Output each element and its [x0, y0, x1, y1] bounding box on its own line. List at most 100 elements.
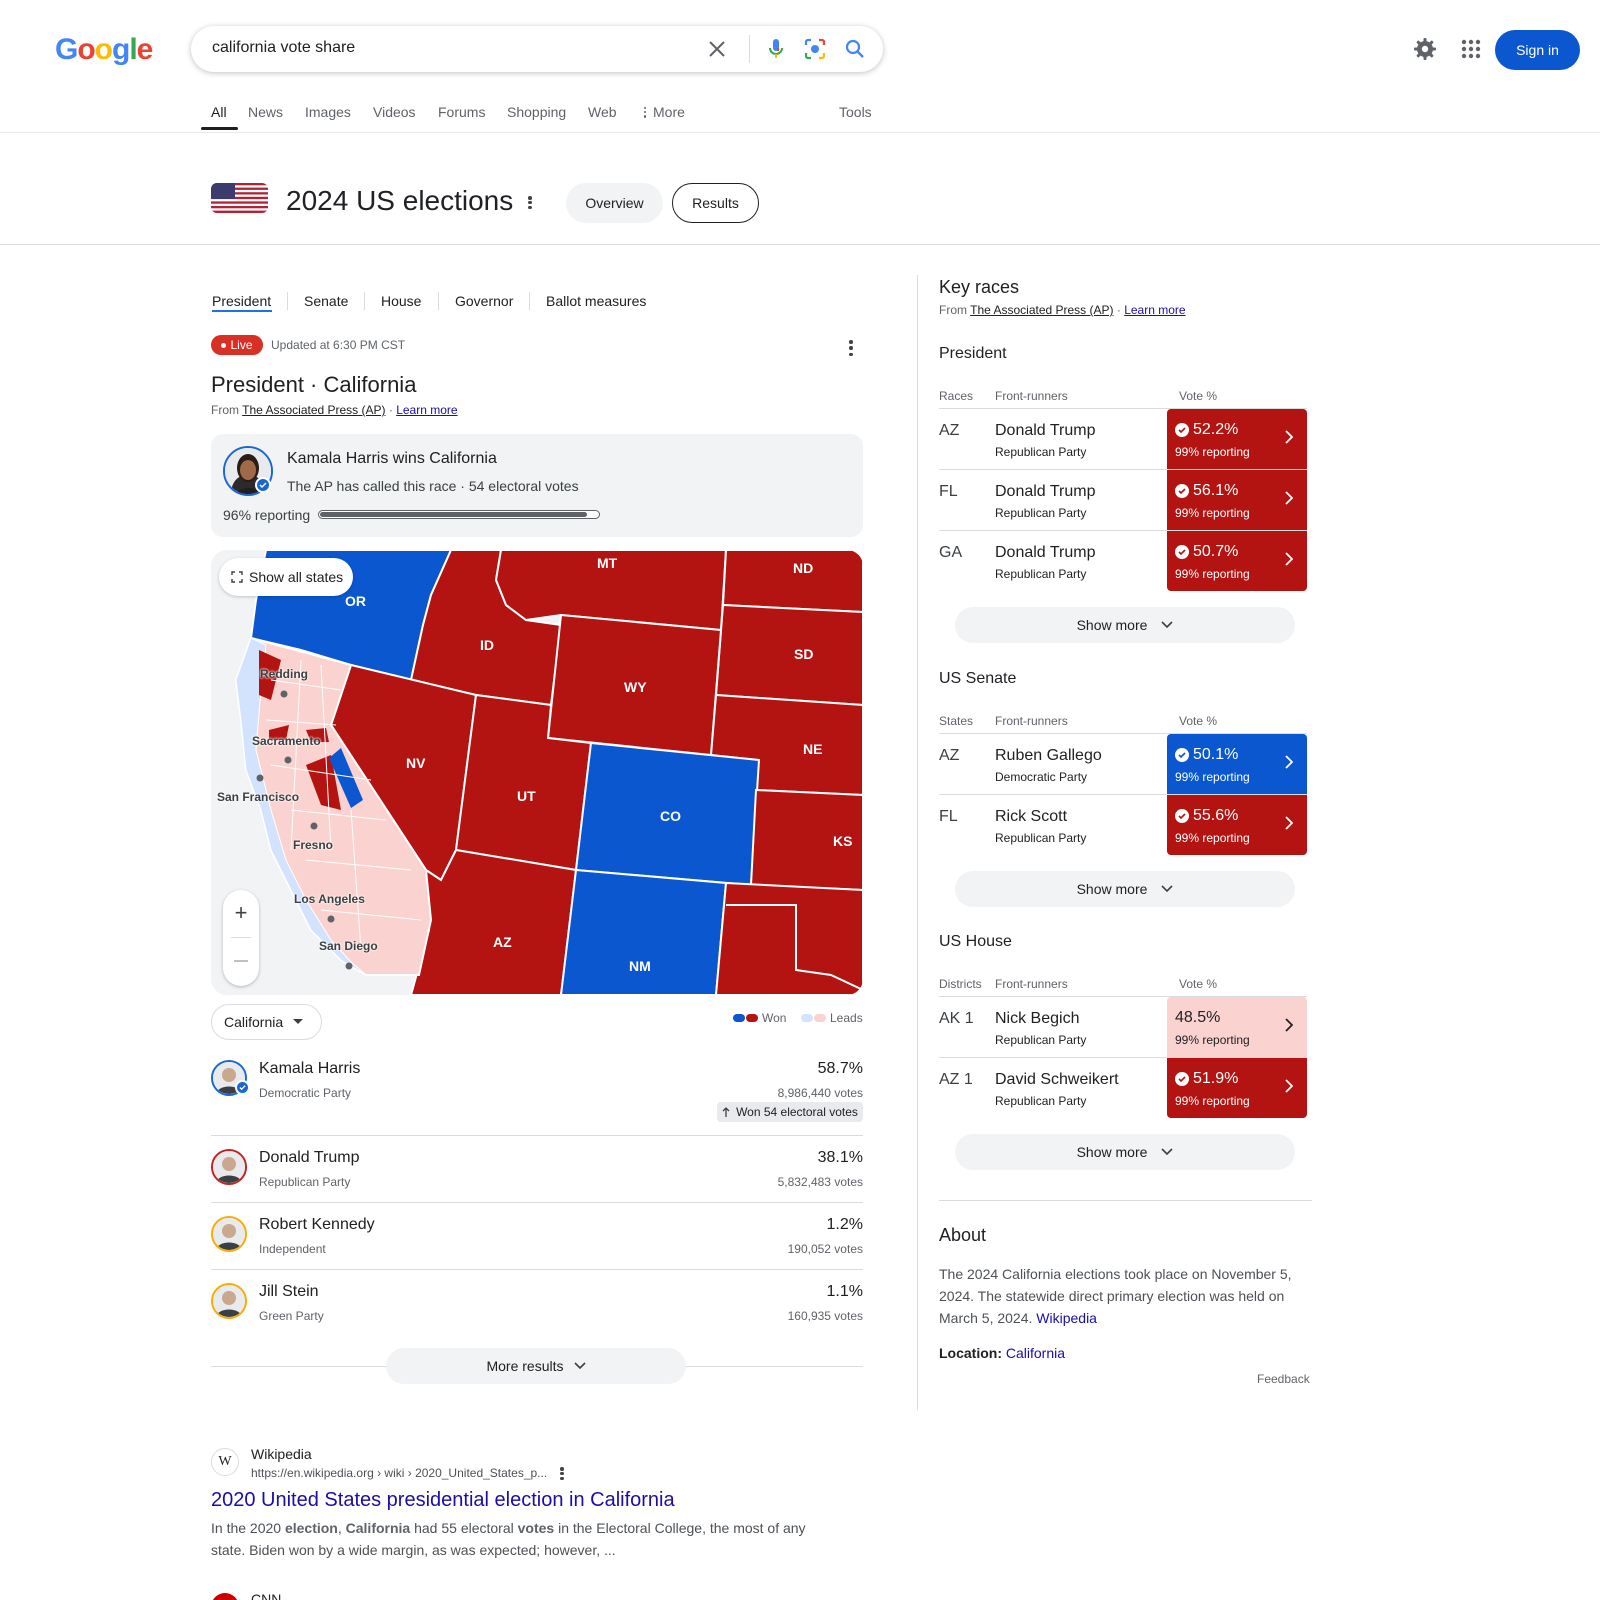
- tab-all[interactable]: All: [211, 104, 227, 120]
- overview-button[interactable]: Overview: [566, 183, 663, 223]
- learn-more-link[interactable]: Learn more: [1124, 303, 1185, 317]
- candidate-name: Robert Kennedy: [259, 1216, 375, 1233]
- race-vote-percent-wrap: 50.1%: [1175, 746, 1238, 764]
- race-code: AZ 1: [939, 1071, 973, 1088]
- map-zoom-control: +: [223, 890, 259, 986]
- election-map[interactable]: OR MT ND ID SD WY NV NE UT CO KS AZ NM R…: [211, 550, 863, 995]
- source-link[interactable]: The Associated Press (AP): [242, 403, 385, 417]
- updated-time: Updated at 6:30 PM CST: [271, 338, 406, 352]
- tab-videos[interactable]: Videos: [373, 104, 416, 120]
- candidate-divider: [211, 1202, 863, 1203]
- snippet-highlight: election: [284, 1520, 338, 1536]
- wikipedia-link[interactable]: Wikipedia: [1036, 1310, 1097, 1326]
- search-box[interactable]: california vote share: [191, 26, 883, 72]
- about-description: The 2024 California elections took place…: [939, 1266, 1292, 1326]
- result-options-icon[interactable]: [560, 1467, 564, 1480]
- race-options-icon[interactable]: [849, 340, 853, 356]
- mic-icon[interactable]: [764, 37, 788, 61]
- result-url[interactable]: https://en.wikipedia.org › wiki › 2020_U…: [251, 1466, 547, 1480]
- show-more-button[interactable]: Show more: [955, 607, 1295, 643]
- race-vote-cell[interactable]: 52.2% 99% reporting: [1167, 409, 1307, 469]
- live-label: Live: [230, 338, 253, 352]
- next-result-site-name[interactable]: CNN: [251, 1591, 281, 1600]
- tab-news[interactable]: News: [248, 104, 283, 120]
- subtab-ballot-measures[interactable]: Ballot measures: [546, 293, 646, 309]
- race-frontrunner-party: Republican Party: [995, 445, 1087, 459]
- race-frontrunner-name: Ruben Gallego: [995, 747, 1102, 764]
- result-site-name[interactable]: Wikipedia: [251, 1446, 312, 1462]
- legend-leads: Leads: [801, 1011, 863, 1025]
- source-link[interactable]: The Associated Press (AP): [970, 303, 1113, 317]
- verified-check-icon: [235, 1080, 250, 1095]
- apps-grid-icon[interactable]: [1459, 37, 1483, 61]
- column-header-first: Districts: [939, 977, 982, 991]
- zoom-out-icon[interactable]: [234, 960, 248, 962]
- tab-web[interactable]: Web: [588, 104, 617, 120]
- show-all-states-button[interactable]: Show all states: [219, 558, 353, 596]
- called-check-icon: [1175, 748, 1189, 762]
- race-vote-percent-wrap: 56.1%: [1175, 482, 1238, 500]
- race-vote-cell[interactable]: 48.5% 99% reporting: [1167, 997, 1307, 1057]
- learn-more-link[interactable]: Learn more: [396, 403, 457, 417]
- show-more-button[interactable]: Show more: [955, 1134, 1295, 1170]
- more-results-button[interactable]: More results: [386, 1348, 686, 1384]
- location-link[interactable]: California: [1006, 1345, 1065, 1361]
- race-vote-cell[interactable]: 51.9% 99% reporting: [1167, 1058, 1307, 1118]
- subtab-senate[interactable]: Senate: [304, 293, 348, 309]
- race-vote-cell[interactable]: 56.1% 99% reporting: [1167, 470, 1307, 530]
- snippet-text: had 55 electoral: [410, 1520, 518, 1536]
- google-logo[interactable]: Google: [55, 33, 153, 67]
- sign-in-button[interactable]: Sign in: [1495, 30, 1580, 70]
- race-vote-cell[interactable]: 55.6% 99% reporting: [1167, 795, 1307, 855]
- clear-icon[interactable]: [705, 37, 729, 61]
- race-vote-cell[interactable]: 50.7% 99% reporting: [1167, 531, 1307, 591]
- state-dropdown[interactable]: California: [211, 1004, 322, 1040]
- race-vote-percent: 50.1%: [1193, 746, 1239, 763]
- winner-card[interactable]: Kamala Harris wins California The AP has…: [211, 434, 863, 537]
- tools-button[interactable]: Tools: [839, 104, 872, 120]
- source-line: From The Associated Press (AP) · Learn m…: [211, 403, 458, 417]
- candidate-divider: [211, 1269, 863, 1270]
- election-options-icon[interactable]: [528, 196, 532, 209]
- logo-letter: o: [77, 33, 95, 66]
- search-input[interactable]: california vote share: [212, 39, 355, 57]
- logo-letter: l: [129, 33, 137, 66]
- state-dropdown-value: California: [224, 1014, 284, 1030]
- zoom-in-icon[interactable]: +: [223, 900, 259, 926]
- subtab-governor[interactable]: Governor: [455, 293, 513, 309]
- key-races-title: Key races: [939, 277, 1020, 297]
- search-icon[interactable]: [843, 37, 867, 61]
- candidate-avatar: [211, 1149, 247, 1185]
- tab-images[interactable]: Images: [305, 104, 351, 120]
- feedback-link[interactable]: Feedback: [1257, 1372, 1310, 1386]
- race-reporting: 99% reporting: [1175, 445, 1250, 459]
- column-header-vote-percent: Vote %: [1179, 714, 1218, 728]
- subtab-house[interactable]: House: [381, 293, 421, 309]
- subtab-president[interactable]: President: [212, 293, 271, 309]
- show-more-label: Show more: [1076, 881, 1148, 897]
- key-races-section-title: US House: [939, 933, 1012, 950]
- winner-heading: Kamala Harris wins California: [287, 450, 497, 467]
- column-header-first: States: [939, 714, 974, 728]
- tab-forums[interactable]: Forums: [438, 104, 485, 120]
- show-more-button[interactable]: Show more: [955, 871, 1295, 907]
- election-title: 2024 US elections: [286, 185, 514, 216]
- candidate-divider: [211, 1135, 863, 1136]
- active-tab-indicator: [201, 127, 238, 130]
- subtab-indicator: [212, 310, 272, 312]
- result-title-link[interactable]: 2020 United States presidential election…: [211, 1489, 675, 1512]
- map-label-id: ID: [480, 637, 494, 653]
- tab-shopping[interactable]: Shopping: [507, 104, 566, 120]
- called-check-icon: [1175, 423, 1189, 437]
- more-dots-icon: [643, 106, 647, 118]
- settings-gear-icon[interactable]: [1413, 37, 1437, 61]
- tab-more[interactable]: More: [643, 104, 685, 120]
- lens-icon[interactable]: [803, 37, 827, 61]
- race-vote-percent: 51.9%: [1193, 1070, 1239, 1087]
- location-line: Location: California: [939, 1345, 1065, 1361]
- race-vote-percent-wrap: 52.2%: [1175, 421, 1238, 439]
- column-header-frontrunners: Front-runners: [995, 977, 1068, 991]
- race-vote-percent: 50.7%: [1193, 543, 1239, 560]
- results-button[interactable]: Results: [672, 183, 759, 223]
- race-vote-cell[interactable]: 50.1% 99% reporting: [1167, 734, 1307, 794]
